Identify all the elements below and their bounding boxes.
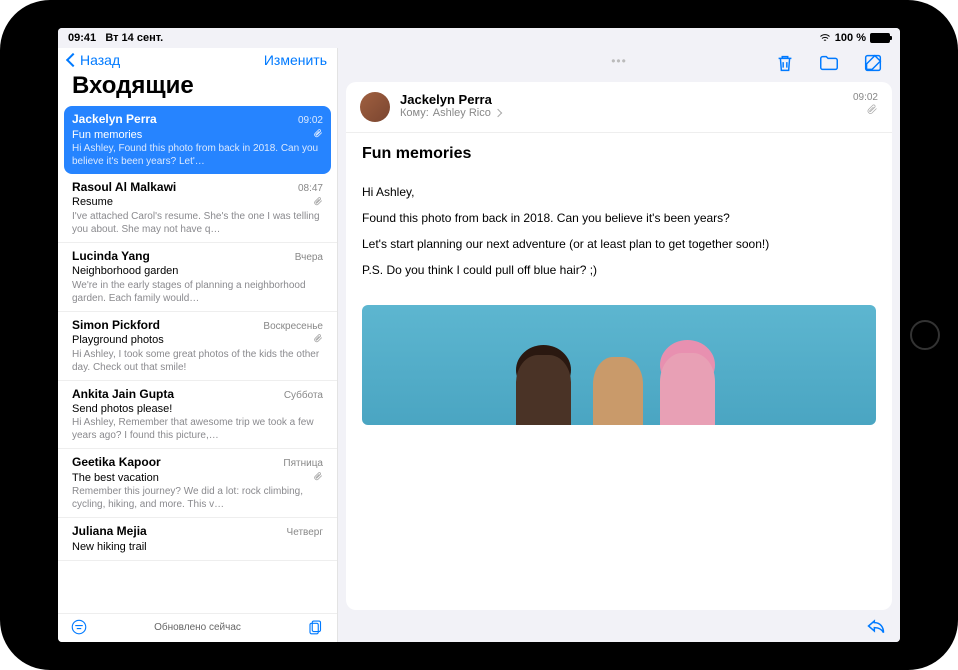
mail-subject: The best vacation xyxy=(72,471,159,485)
message-header-right: 09:02 xyxy=(853,92,878,118)
mail-preview: Remember this journey? We did a lot: roc… xyxy=(72,485,323,511)
mail-sender: Rasoul Al Malkawi xyxy=(72,180,176,196)
mail-preview: Hi Ashley, Found this photo from back in… xyxy=(72,142,323,168)
status-left: 09:41 Вт 14 сент. xyxy=(68,32,163,44)
mail-sender: Juliana Mejia xyxy=(72,524,147,540)
mail-sender: Geetika Kapoor xyxy=(72,455,161,471)
body-paragraph: Hi Ashley, xyxy=(362,183,876,201)
message-time: 09:02 xyxy=(853,92,878,103)
home-button[interactable] xyxy=(910,320,940,350)
sync-status: Обновлено сейчас xyxy=(154,622,241,633)
mail-preview: We're in the early stages of planning a … xyxy=(72,279,323,305)
to-label: Кому: xyxy=(400,107,429,119)
paperclip-icon xyxy=(313,196,323,210)
status-time: 09:41 xyxy=(68,32,96,44)
edit-button[interactable]: Изменить xyxy=(264,52,327,68)
compose-button[interactable] xyxy=(862,52,884,74)
mail-preview: I've attached Carol's resume. She's the … xyxy=(72,210,323,236)
message-body: Hi Ashley, Found this photo from back in… xyxy=(346,171,892,291)
mail-item[interactable]: Jackelyn Perra 09:02 Fun memoriesHi Ashley… xyxy=(64,106,331,174)
mail-time: Пятница xyxy=(283,457,323,470)
status-right: 100 % xyxy=(819,32,890,44)
move-folder-button[interactable] xyxy=(818,52,840,74)
detail-footer xyxy=(338,610,900,642)
filter-button[interactable] xyxy=(70,618,88,636)
back-label: Назад xyxy=(80,52,120,68)
to-name: Ashley Rico xyxy=(433,107,491,119)
message-card: Jackelyn Perra Кому: Ashley Rico 09:02 xyxy=(346,82,892,610)
paperclip-icon xyxy=(313,471,323,485)
mail-sender: Lucinda Yang xyxy=(72,249,150,265)
body-paragraph: Found this photo from back in 2018. Can … xyxy=(362,209,876,227)
mail-preview: Hi Ashley, Remember that awesome trip we… xyxy=(72,416,323,442)
chevron-left-icon xyxy=(66,53,80,67)
mail-time: Суббота xyxy=(284,389,323,402)
wifi-icon xyxy=(819,32,831,44)
mail-subject: Resume xyxy=(72,195,113,209)
mail-item[interactable]: Lucinda Yang Вчера Neighborhood gardenWe'r… xyxy=(58,243,337,312)
mail-item[interactable]: Ankita Jain Gupta Суббота Send photos plea… xyxy=(58,381,337,450)
mail-time: Вчера xyxy=(295,251,323,264)
body-paragraph: P.S. Do you think I could pull off blue … xyxy=(362,261,876,279)
message-header: Jackelyn Perra Кому: Ashley Rico 09:02 xyxy=(346,82,892,133)
mail-time: 09:02 xyxy=(298,114,323,127)
mail-subject: Neighborhood garden xyxy=(72,264,178,278)
mail-subject: New hiking trail xyxy=(72,540,147,554)
paperclip-icon xyxy=(313,333,323,347)
mail-sender: Jackelyn Perra xyxy=(72,112,157,128)
mail-time: Воскресенье xyxy=(263,320,323,333)
mail-preview: Hi Ashley, I took some great photos of t… xyxy=(72,348,323,374)
ipad-frame: 09:41 Вт 14 сент. 100 % Назад Изменить xyxy=(0,0,958,670)
status-bar: 09:41 Вт 14 сент. 100 % xyxy=(58,28,900,48)
mail-list[interactable]: Jackelyn Perra09:02Fun memoriesHi Ashley… xyxy=(58,106,337,613)
message-subject: Fun memories xyxy=(346,133,892,171)
mail-subject: Playground photos xyxy=(72,333,164,347)
trash-button[interactable] xyxy=(774,52,796,74)
mail-subject: Fun memories xyxy=(72,128,142,142)
attachment-indicator-icon xyxy=(853,103,878,118)
screen: 09:41 Вт 14 сент. 100 % Назад Изменить xyxy=(58,28,900,642)
inbox-title: Входящие xyxy=(58,70,337,106)
mail-item[interactable]: Geetika Kapoor Пятница The best vacationRe… xyxy=(58,449,337,518)
sender-avatar[interactable] xyxy=(360,92,390,122)
copy-button[interactable] xyxy=(307,618,325,636)
body-paragraph: Let's start planning our next adventure … xyxy=(362,235,876,253)
battery-percent: 100 % xyxy=(835,32,866,44)
mail-time: Четверг xyxy=(287,526,323,539)
from-name[interactable]: Jackelyn Perra xyxy=(400,92,843,107)
mail-item[interactable]: Simon Pickford Воскресенье Playground phot… xyxy=(58,312,337,381)
sidebar-footer: Обновлено сейчас xyxy=(58,613,337,642)
mail-item[interactable]: Juliana Mejia Четверг New hiking trail xyxy=(58,518,337,561)
photo-attachment[interactable] xyxy=(362,305,876,425)
mail-sender: Ankita Jain Gupta xyxy=(72,387,174,403)
mail-item[interactable]: Rasoul Al Malkawi 08:47 ResumeI've attache… xyxy=(58,174,337,243)
drag-handle-icon[interactable]: ••• xyxy=(611,54,627,68)
battery-icon xyxy=(870,33,890,43)
mailbox-sidebar: Назад Изменить Входящие Jackelyn Perra 09… xyxy=(58,48,338,642)
paperclip-icon xyxy=(313,128,323,142)
mail-subject: Send photos please! xyxy=(72,402,172,416)
to-field[interactable]: Кому: Ashley Rico xyxy=(400,107,843,119)
message-meta: Jackelyn Perra Кому: Ashley Rico xyxy=(400,92,843,119)
back-button[interactable]: Назад xyxy=(68,52,120,68)
message-detail-pane: ••• Jackelyn Per xyxy=(338,48,900,642)
mail-time: 08:47 xyxy=(298,182,323,195)
mail-sender: Simon Pickford xyxy=(72,318,160,334)
reply-button[interactable] xyxy=(866,616,886,636)
sidebar-nav: Назад Изменить xyxy=(58,48,337,70)
chevron-right-icon xyxy=(494,109,502,117)
status-date: Вт 14 сент. xyxy=(105,32,163,44)
app-content: Назад Изменить Входящие Jackelyn Perra 09… xyxy=(58,48,900,642)
